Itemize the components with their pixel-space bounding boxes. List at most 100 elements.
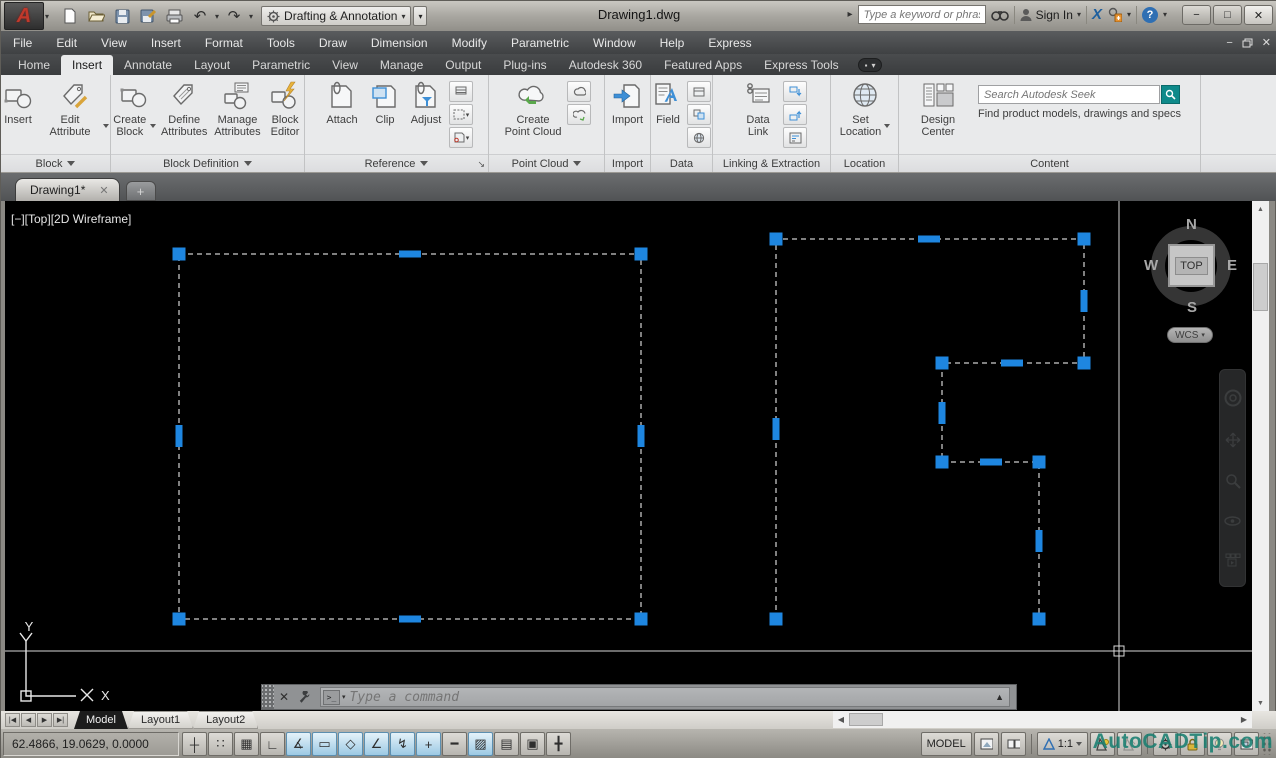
menu-format[interactable]: Format [193, 31, 255, 54]
menu-tools[interactable]: Tools [255, 31, 307, 54]
panel-label-content[interactable]: Content [899, 154, 1200, 172]
ortho-mode-toggle[interactable]: ∟ [260, 732, 285, 756]
recent-commands-icon[interactable]: ▾ [342, 693, 346, 701]
plot-button[interactable] [163, 6, 185, 26]
doc-restore-button[interactable] [1242, 38, 1253, 48]
quick-properties-toggle[interactable]: ▤ [494, 732, 519, 756]
midpoint-grip[interactable] [637, 425, 645, 447]
application-menu-button[interactable]: A [4, 2, 44, 30]
dynamic-ucs-toggle[interactable]: ↯ [390, 732, 415, 756]
panel-label-location[interactable]: Location [831, 154, 898, 172]
command-prompt-icon[interactable]: >_ [323, 689, 340, 705]
extract-data-button[interactable] [783, 127, 807, 148]
doc-close-button[interactable]: ✕ [1262, 36, 1271, 49]
upload-to-source-button[interactable] [783, 104, 807, 125]
menu-edit[interactable]: Edit [44, 31, 89, 54]
edit-attribute-button[interactable]: Edit Attribute [38, 79, 110, 139]
save-as-button[interactable] [137, 6, 159, 26]
midpoint-grip[interactable] [399, 250, 421, 258]
panel-launcher-icon[interactable]: ↘ [477, 159, 485, 170]
3d-object-snap-toggle[interactable]: ◇ [338, 732, 363, 756]
scroll-down-button[interactable]: ▼ [1252, 695, 1269, 711]
ribbon-minimize-button[interactable]: ▪ ▾ [857, 58, 883, 72]
vertex-grip[interactable] [1032, 612, 1046, 626]
quick-view-layouts-button[interactable] [973, 732, 999, 756]
quick-view-drawings-button[interactable] [1000, 732, 1026, 756]
zoom-icon[interactable] [1225, 473, 1241, 489]
polar-tracking-toggle[interactable]: ∡ [286, 732, 311, 756]
insert-block-button[interactable]: Insert [1, 79, 35, 127]
open-button[interactable] [85, 6, 107, 26]
scroll-left-button[interactable]: ◀ [833, 711, 849, 728]
first-tab-button[interactable]: |◀ [5, 713, 20, 727]
save-button[interactable] [111, 6, 133, 26]
frame-settings-button[interactable]: ▾ [449, 104, 473, 125]
tab-parametric[interactable]: Parametric [241, 55, 321, 75]
midpoint-grip[interactable] [938, 402, 946, 424]
object-snap-tracking-toggle[interactable]: ∠ [364, 732, 389, 756]
vertex-grip[interactable] [172, 612, 186, 626]
vertex-grip[interactable] [172, 247, 186, 261]
attach-point-cloud-button[interactable] [567, 81, 591, 102]
lineweight-toggle[interactable]: ━ [442, 732, 467, 756]
menu-parametric[interactable]: Parametric [499, 31, 581, 54]
attach-button[interactable]: Attach [320, 79, 364, 127]
vertical-scrollbar-thumb[interactable] [1253, 263, 1268, 311]
panel-label-linking[interactable]: Linking & Extraction [713, 154, 830, 172]
compass-west[interactable]: W [1144, 257, 1158, 274]
hyperlink-button[interactable] [687, 127, 711, 148]
undo-dropdown-icon[interactable]: ▾ [215, 12, 219, 21]
vertex-grip[interactable] [935, 455, 949, 469]
menu-modify[interactable]: Modify [440, 31, 499, 54]
recap-point-cloud-button[interactable] [567, 104, 591, 125]
selected-rectangle[interactable] [178, 253, 642, 620]
transparency-toggle[interactable]: ▨ [468, 732, 493, 756]
panel-label-block[interactable]: Block [1, 154, 110, 172]
midpoint-grip[interactable] [1035, 530, 1043, 552]
command-line-palette[interactable]: ✕ >_ ▾ ▲ [261, 684, 1017, 710]
midpoint-grip[interactable] [918, 235, 940, 243]
sign-in-button[interactable]: Sign In ▾ [1020, 8, 1081, 22]
viewcube[interactable]: N S W E TOP [1144, 216, 1239, 316]
tab-annotate[interactable]: Annotate [113, 55, 183, 75]
command-history-icon[interactable]: ▲ [995, 692, 1004, 702]
command-input[interactable] [349, 689, 996, 705]
compass-east[interactable]: E [1227, 257, 1237, 274]
field-button[interactable]: Field [652, 79, 684, 127]
snap-mode-toggle[interactable]: ∷ [208, 732, 233, 756]
command-line-customize-icon[interactable] [294, 690, 314, 704]
minimize-button[interactable]: − [1182, 5, 1211, 25]
help-button[interactable]: ? [1141, 6, 1158, 23]
midpoint-grip[interactable] [399, 615, 421, 623]
panel-label-block-definition[interactable]: Block Definition [111, 154, 304, 172]
scroll-right-button[interactable]: ▶ [1236, 711, 1252, 728]
tab-model[interactable]: Model [74, 711, 128, 729]
set-location-button[interactable]: Set Location [839, 79, 891, 139]
quick-access-more-button[interactable]: ▾ [413, 6, 428, 26]
tab-layout[interactable]: Layout [183, 55, 241, 75]
panel-label-point-cloud[interactable]: Point Cloud [489, 154, 604, 172]
update-fields-button[interactable] [687, 81, 711, 102]
wcs-dropdown[interactable]: WCS ▾ [1167, 327, 1213, 343]
seek-go-button[interactable] [1161, 85, 1180, 104]
tab-plugins[interactable]: Plug-ins [492, 55, 557, 75]
scroll-up-button[interactable]: ▲ [1252, 201, 1269, 217]
midpoint-grip[interactable] [175, 425, 183, 447]
midpoint-grip[interactable] [1080, 290, 1088, 312]
communication-center-icon[interactable] [1107, 7, 1122, 22]
new-button[interactable] [59, 6, 81, 26]
dynamic-input-toggle[interactable]: + [416, 732, 441, 756]
pan-icon[interactable] [1225, 432, 1241, 448]
create-point-cloud-button[interactable]: Create Point Cloud [502, 79, 564, 139]
object-snap-toggle[interactable]: ▭ [312, 732, 337, 756]
seek-search-input[interactable] [978, 85, 1160, 104]
search-binoculars-icon[interactable] [990, 8, 1009, 22]
communication-dropdown-icon[interactable]: ▾ [1127, 10, 1131, 19]
panel-label-import[interactable]: Import [605, 154, 650, 172]
menu-window[interactable]: Window [581, 31, 648, 54]
import-button[interactable]: Import [607, 79, 649, 127]
tab-layout1[interactable]: Layout1 [128, 711, 193, 729]
exchange-apps-icon[interactable]: X [1092, 6, 1102, 23]
menu-express[interactable]: Express [696, 31, 763, 54]
help-dropdown-icon[interactable]: ▾ [1163, 10, 1167, 19]
